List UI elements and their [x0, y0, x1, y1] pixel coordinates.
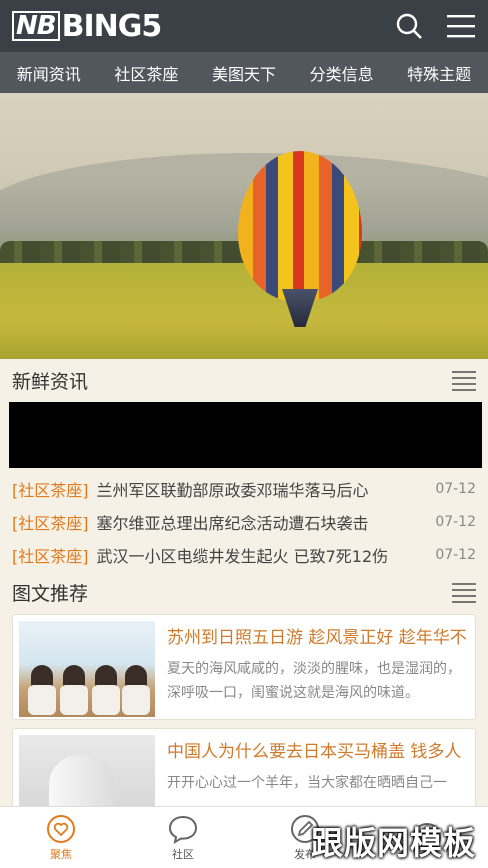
search-icon[interactable]: [394, 11, 424, 41]
nav-item-community[interactable]: 社区茶座: [114, 61, 178, 85]
news-title[interactable]: 武汉一小区电缆井发生起火 已致7死12伤: [97, 543, 428, 567]
card-title[interactable]: 中国人为什么要去日本买马桶盖 钱多人: [167, 739, 469, 765]
news-tag[interactable]: [社区茶座]: [12, 543, 89, 567]
banner-field: [0, 263, 488, 359]
nav-item-news[interactable]: 新闻资讯: [17, 61, 81, 85]
news-item[interactable]: [社区茶座] 兰州军区联勤部原政委邓瑞华落马后心 07-12: [12, 472, 476, 505]
card-thumbnail[interactable]: [19, 621, 155, 717]
hero-banner-image[interactable]: [0, 93, 488, 359]
list-icon[interactable]: [452, 370, 476, 391]
tab-label: 聚焦: [50, 847, 72, 861]
news-item[interactable]: [社区茶座] 武汉一小区电缆井发生起火 已致7死12伤 07-12: [12, 538, 476, 571]
heart-icon: [47, 814, 75, 843]
menu-icon[interactable]: [446, 11, 476, 41]
card-description: 夏天的海风咸咸的，淡淡的腥味，也是湿润的，深呼吸一口，闺蜜说这就是海风的味道。: [167, 661, 461, 701]
nav-item-topics[interactable]: 特殊主题: [407, 61, 471, 85]
main-nav: 新闻资讯 社区茶座 美图天下 分类信息 特殊主题: [0, 52, 488, 93]
tab-label: 社区: [172, 847, 194, 861]
news-section-header: 新鲜资讯: [0, 359, 488, 402]
news-item[interactable]: [社区茶座] 塞尔维亚总理出席纪念活动遭石块袭击 07-12: [12, 505, 476, 538]
app-header: NB BING5: [0, 0, 488, 52]
tab-community[interactable]: 社区: [122, 807, 244, 868]
bottom-tab-bar: 聚焦 社区 发布 跟版网模板: [0, 806, 488, 868]
tab-focus[interactable]: 聚焦: [0, 807, 122, 868]
recommend-list: 苏州到日照五日游 趁风景正好 趁年华不 夏天的海风咸咸的，淡淡的腥味，也是湿润的…: [0, 614, 488, 834]
pics-section-header: 图文推荐: [0, 571, 488, 614]
nav-item-classifieds[interactable]: 分类信息: [310, 61, 374, 85]
news-title[interactable]: 兰州军区联勤部原政委邓瑞华落马后心: [97, 477, 428, 501]
recommend-card[interactable]: 苏州到日照五日游 趁风景正好 趁年华不 夏天的海风咸咸的，淡淡的腥味，也是湿润的…: [12, 614, 476, 720]
site-logo[interactable]: NB BING5: [12, 9, 162, 44]
chat-bubble-icon: [168, 815, 198, 844]
pics-section-title: 图文推荐: [12, 583, 89, 605]
news-tag[interactable]: [社区茶座]: [12, 510, 89, 534]
news-tag[interactable]: [社区茶座]: [12, 477, 89, 501]
news-list: [社区茶座] 兰州军区联勤部原政委邓瑞华落马后心 07-12 [社区茶座] 塞尔…: [0, 468, 488, 571]
news-section-title: 新鲜资讯: [12, 371, 89, 393]
watermark-text: 跟版网模板: [310, 824, 476, 862]
card-title[interactable]: 苏州到日照五日游 趁风景正好 趁年华不: [167, 625, 469, 651]
news-date: 07-12: [435, 513, 476, 530]
ad-placeholder[interactable]: [9, 402, 482, 468]
list-icon[interactable]: [452, 582, 476, 603]
nav-item-pictures[interactable]: 美图天下: [212, 61, 276, 85]
news-title[interactable]: 塞尔维亚总理出席纪念活动遭石块袭击: [97, 510, 428, 534]
news-date: 07-12: [435, 480, 476, 497]
news-date: 07-12: [435, 546, 476, 563]
